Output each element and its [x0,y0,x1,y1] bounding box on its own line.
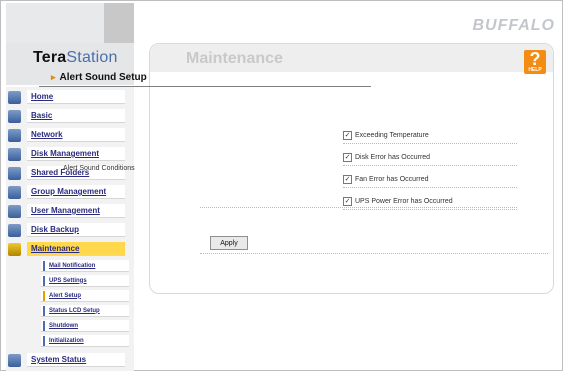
backup-icon [8,223,21,237]
help-question-mark: ? [529,49,541,69]
content-panel: Maintenance ? HELP [149,43,554,294]
buffalo-brand: BUFFALO [472,17,555,34]
help-button[interactable]: ? HELP [524,50,546,74]
user-icon [8,204,21,218]
sidebar-item-label: Disk Management [31,149,100,158]
apply-divider [200,253,548,254]
group-icon [8,185,21,199]
subitem-marker [43,290,45,301]
disk-icon [8,147,21,161]
sidebar-item-label: Network [31,130,63,139]
sidebar-item-label: System Status [31,355,87,364]
sidebar-item-label: Disk Backup [31,225,80,234]
subitem-marker [43,260,45,271]
option-label: Fan Error has Occurred [355,175,429,183]
basic-icon [8,109,21,123]
subitem-initialization[interactable]: Initialization [41,335,129,347]
logo-station: Station [66,49,118,66]
subitem-marker [43,335,45,346]
subitem-label: Shutdown [49,322,78,329]
system-status-icon [8,353,21,367]
subitem-status-lcd-setup[interactable]: Status LCD Setup [41,305,129,317]
terastation-logo: TeraStation [33,49,118,67]
sidebar-tab: Home [27,90,125,104]
sidebar-tab: User Management [27,204,125,218]
subitem-label: UPS Settings [49,277,87,284]
sidebar-item-home[interactable]: Home [8,89,130,105]
sidebar-item-label: Basic [31,111,53,120]
sidebar-item-label: Home [31,92,54,101]
subitem-label: Alert Setup [49,292,82,299]
option-label: Disk Error has Occurred [355,153,431,161]
logo-panel-highlight [6,3,104,43]
subitem-label: Mail Notification [49,262,96,269]
help-label: HELP [528,67,542,73]
option-fan-error[interactable]: ✓ Fan Error has Occurred [343,171,517,188]
sidebar-item-label: Maintenance [31,244,80,253]
apply-button[interactable]: Apply [210,236,248,250]
home-icon [8,90,21,104]
section-title-text: Alert Sound Setup [59,72,147,83]
option-exceeding-temperature[interactable]: ✓ Exceeding Temperature [343,127,517,144]
alert-sound-conditions-label: Alert Sound Conditions [63,165,135,172]
sidebar-tab: Network [27,128,125,142]
sidebar-item-basic[interactable]: Basic [8,108,130,124]
form-divider [200,207,517,208]
option-label: Exceeding Temperature [355,131,429,139]
checkbox[interactable]: ✓ [343,152,352,162]
checkbox[interactable]: ✓ [343,196,352,206]
section-arrow-icon: ▸ [51,72,56,82]
sidebar-item-label: User Management [31,206,100,215]
network-icon [8,128,21,142]
sidebar-tab: Disk Backup [27,223,125,237]
sidebar-item-disk-backup[interactable]: Disk Backup [8,222,130,238]
page-title: Maintenance [186,50,283,67]
sidebar-tab: Group Management [27,185,125,199]
subitem-alert-setup[interactable]: Alert Setup [41,290,129,302]
section-title: ▸ Alert Sound Setup [51,72,147,83]
sidebar-tab: System Status [27,353,125,367]
logo-panel-strip [104,3,134,43]
folder-icon [8,166,21,180]
sidebar-tab: Disk Management [27,147,125,161]
subitem-marker [43,320,45,331]
sidebar-item-label: Group Management [31,187,107,196]
content-footer [149,303,554,325]
logo-tera: Tera [33,49,67,66]
subitem-marker [43,305,45,316]
sidebar-item-group-management[interactable]: Group Management [8,184,130,200]
section-divider [39,86,371,87]
subitem-label: Status LCD Setup [49,307,100,314]
option-disk-error[interactable]: ✓ Disk Error has Occurred [343,149,517,166]
checkbox[interactable]: ✓ [343,130,352,140]
subitem-label: Initialization [49,337,84,344]
sidebar-item-network[interactable]: Network [8,127,130,143]
sidebar-tab: Maintenance [27,242,125,256]
option-label: UPS Power Error has Occurred [355,197,453,205]
checkbox[interactable]: ✓ [343,174,352,184]
subitem-mail-notification[interactable]: Mail Notification [41,260,129,272]
subitem-marker [43,275,45,286]
subitem-ups-settings[interactable]: UPS Settings [41,275,129,287]
sidebar-item-maintenance[interactable]: Maintenance [8,241,130,257]
sidebar-item-user-management[interactable]: User Management [8,203,130,219]
subitem-shutdown[interactable]: Shutdown [41,320,129,332]
sidebar-item-disk-management[interactable]: Disk Management [8,146,130,162]
sidebar-item-system-status[interactable]: System Status [8,352,130,368]
sidebar-tab: Basic [27,109,125,123]
maintenance-icon [8,242,21,256]
